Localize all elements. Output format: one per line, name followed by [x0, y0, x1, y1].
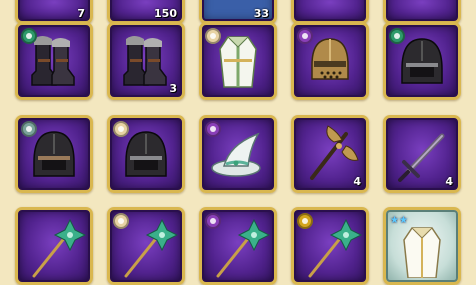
inventory-slot-top-5[interactable]: [383, 0, 461, 24]
item-count: 33: [253, 7, 269, 20]
inventory-slot-r2c2[interactable]: [107, 115, 185, 193]
item-count: 4: [445, 175, 453, 188]
inventory-slot-r1c4[interactable]: [291, 22, 369, 100]
inventory-slot-r3c3[interactable]: [199, 207, 277, 285]
rarity-badge-icon: [205, 213, 221, 229]
inventory-slot-r3c4[interactable]: [291, 207, 369, 285]
inventory-slot-r1c2[interactable]: 3: [107, 22, 185, 100]
inventory-slot-r3c2[interactable]: [107, 207, 185, 285]
inventory-slot-r3c1[interactable]: [15, 207, 93, 285]
item-count: 3: [169, 82, 177, 95]
inventory-slot-top-4[interactable]: [291, 0, 369, 24]
rarity-badge-icon: [205, 28, 221, 44]
inventory-slot-r1c3[interactable]: [199, 22, 277, 100]
staff-icon: [32, 218, 86, 278]
rarity-badge-icon: [297, 28, 313, 44]
inventory-grid: 7 150 33 3 4 4 ★★: [0, 0, 476, 285]
inventory-slot-top-3[interactable]: 33: [199, 0, 277, 24]
item-count: 7: [77, 7, 85, 20]
rarity-badge-icon: [21, 121, 37, 137]
inventory-slot-r2c4[interactable]: 4: [291, 115, 369, 193]
inventory-slot-r2c1[interactable]: [15, 115, 93, 193]
inventory-slot-r2c3[interactable]: [199, 115, 277, 193]
inventory-slot-r3c5[interactable]: ★★: [383, 207, 461, 285]
rarity-badge-icon: [21, 28, 37, 44]
inventory-slot-r2c5[interactable]: 4: [383, 115, 461, 193]
rarity-badge-icon: [113, 121, 129, 137]
star-rating-icon: ★★: [390, 215, 408, 226]
rarity-badge-icon: [113, 213, 129, 229]
inventory-slot-r1c5[interactable]: [383, 22, 461, 100]
rarity-badge-icon: [297, 213, 313, 229]
item-count: 150: [154, 7, 177, 20]
rarity-badge-icon: [389, 28, 405, 44]
rarity-badge-icon: [205, 121, 221, 137]
inventory-slot-top-1[interactable]: 7: [15, 0, 93, 24]
inventory-slot-top-2[interactable]: 150: [107, 0, 185, 24]
inventory-slot-r1c1[interactable]: [15, 22, 93, 100]
item-count: 4: [353, 175, 361, 188]
